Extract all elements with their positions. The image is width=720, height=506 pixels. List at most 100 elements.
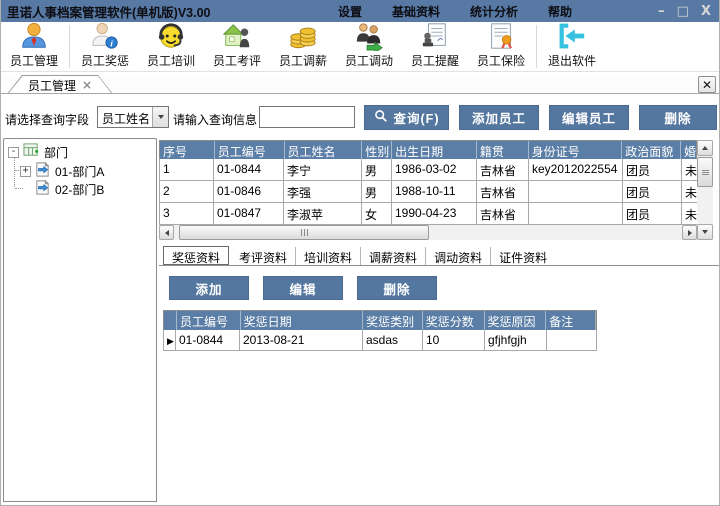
toolbar-employee-reminder[interactable]: 员工提醒 bbox=[402, 22, 468, 71]
query-input[interactable] bbox=[259, 106, 355, 128]
column-header[interactable]: 奖惩日期 bbox=[241, 311, 363, 331]
tab-appraisal-data[interactable]: 考评资料 bbox=[231, 247, 296, 265]
window-controls: – □ X bbox=[658, 0, 711, 22]
tab-reward-data[interactable]: 奖惩资料 bbox=[163, 246, 229, 265]
vertical-scroll-thumb[interactable] bbox=[697, 157, 713, 187]
detail-table-row[interactable]: ▶ 01-0844 2013-08-21 asdas 10 gfjhfgjh bbox=[163, 330, 597, 351]
tree-expand-icon[interactable]: + bbox=[20, 166, 31, 177]
toolbar-label: 员工考评 bbox=[213, 52, 261, 69]
column-header[interactable]: 奖惩类别 bbox=[363, 311, 423, 331]
scroll-left-icon[interactable] bbox=[159, 225, 174, 240]
cell: 未 bbox=[682, 181, 697, 203]
title-bar: 里诺人事档案管理软件(单机版)V3.00 设置 基础资料 统计分析 帮助 – □… bbox=[1, 0, 720, 22]
column-header[interactable]: 政治面貌 bbox=[622, 141, 681, 160]
column-header[interactable]: 员工编号 bbox=[177, 311, 241, 331]
chevron-down-icon[interactable] bbox=[152, 107, 168, 127]
department-root-icon bbox=[23, 142, 40, 162]
tab-close-icon[interactable]: × bbox=[82, 79, 92, 91]
detail-add-button[interactable]: 添加 bbox=[169, 276, 249, 300]
search-button[interactable]: 查询(F) bbox=[364, 105, 449, 130]
query-field-select[interactable]: 员工姓名 bbox=[97, 106, 169, 128]
column-header[interactable]: 性别 bbox=[362, 141, 392, 160]
cell: 女 bbox=[362, 203, 392, 225]
toolbar-exit[interactable]: 退出软件 bbox=[539, 22, 605, 71]
department-tree-panel: - 部门 + 01-部门A bbox=[3, 138, 157, 502]
employee-table-row[interactable]: 3 01-0847 李淑苹 女 1990-04-23 吉林省 团员 未 bbox=[159, 203, 697, 225]
scroll-down-icon[interactable] bbox=[697, 224, 713, 240]
detail-delete-button[interactable]: 删除 bbox=[357, 276, 437, 300]
tree-node-label: 部门 bbox=[44, 144, 68, 161]
cell: gfjhfgjh bbox=[485, 330, 547, 351]
panel-close-button[interactable]: ✕ bbox=[698, 76, 716, 93]
scroll-right-icon[interactable] bbox=[682, 225, 697, 240]
toolbar-employee-salary[interactable]: 员工调薪 bbox=[270, 22, 336, 71]
detail-table-header: 员工编号 奖惩日期 奖惩类别 奖惩分数 奖惩原因 备注 bbox=[163, 310, 597, 331]
tree-node-departments[interactable]: - 部门 bbox=[8, 143, 68, 161]
cell: 01-0846 bbox=[214, 181, 284, 203]
tab-salary-data[interactable]: 调薪资料 bbox=[361, 247, 426, 265]
cell: 未 bbox=[682, 203, 697, 225]
column-header[interactable]: 备注 bbox=[546, 311, 596, 331]
horizontal-scrollbar[interactable] bbox=[159, 225, 697, 240]
column-header[interactable]: 奖惩分数 bbox=[423, 311, 485, 331]
delete-employee-button[interactable]: 删除 bbox=[639, 105, 717, 130]
column-header[interactable]: 员工姓名 bbox=[285, 141, 363, 160]
cell: 男 bbox=[362, 159, 392, 181]
cell: 李强 bbox=[284, 181, 362, 203]
cell: 吉林省 bbox=[477, 181, 529, 203]
column-header[interactable]: 身份证号 bbox=[529, 141, 623, 160]
toolbar-employee-transfer[interactable]: 员工调动 bbox=[336, 22, 402, 71]
toolbar-employee-manage[interactable]: 员工管理 bbox=[1, 22, 67, 71]
cell: 01-0847 bbox=[214, 203, 284, 225]
tree-node-department-a[interactable]: + 01-部门A bbox=[20, 162, 104, 180]
cell: 团员 bbox=[623, 181, 682, 203]
cell: 3 bbox=[159, 203, 214, 225]
cell: 李淑苹 bbox=[284, 203, 362, 225]
department-item-icon bbox=[34, 179, 51, 199]
column-header[interactable]: 婚 bbox=[681, 141, 696, 160]
column-header[interactable]: 奖惩原因 bbox=[485, 311, 547, 331]
maximize-icon[interactable]: □ bbox=[677, 5, 689, 18]
close-icon[interactable]: X bbox=[701, 5, 711, 18]
tree-collapse-icon[interactable]: - bbox=[8, 147, 19, 158]
vertical-scrollbar[interactable] bbox=[697, 140, 713, 240]
cell: 团员 bbox=[623, 159, 682, 181]
column-header[interactable]: 员工编号 bbox=[215, 141, 285, 160]
tab-label: 员工管理 bbox=[28, 77, 76, 94]
add-employee-button[interactable]: 添加员工 bbox=[459, 105, 539, 130]
toolbar-label: 员工提醒 bbox=[411, 52, 459, 69]
column-header[interactable]: 序号 bbox=[160, 141, 215, 160]
tab-certificate-data[interactable]: 证件资料 bbox=[491, 247, 555, 265]
employee-table-row[interactable]: 2 01-0846 李强 男 1988-10-11 吉林省 团员 未 bbox=[159, 181, 697, 203]
tree-node-department-b[interactable]: 02-部门B bbox=[34, 180, 104, 198]
menu-base-data[interactable]: 基础资料 bbox=[377, 3, 455, 20]
employee-table-row[interactable]: 1 01-0844 李宁 男 1986-03-02 吉林省 key2012022… bbox=[159, 159, 697, 181]
tab-bar: 员工管理 × bbox=[1, 74, 720, 95]
edit-employee-button[interactable]: 编辑员工 bbox=[549, 105, 629, 130]
menu-settings[interactable]: 设置 bbox=[323, 3, 377, 20]
search-button-label: 查询(F) bbox=[394, 108, 440, 127]
tab-transfer-data[interactable]: 调动资料 bbox=[426, 247, 491, 265]
toolbar-employee-insurance[interactable]: 员工保险 bbox=[468, 22, 534, 71]
minimize-icon[interactable]: – bbox=[658, 5, 665, 18]
tab-employee-manage[interactable]: 员工管理 × bbox=[7, 75, 113, 94]
cell: asdas bbox=[363, 330, 423, 351]
cell: 2 bbox=[159, 181, 214, 203]
toolbar-employee-reward[interactable]: i 员工奖惩 bbox=[72, 22, 138, 71]
toolbar-employee-training[interactable]: 员工培训 bbox=[138, 22, 204, 71]
menu-help[interactable]: 帮助 bbox=[533, 3, 587, 20]
scroll-up-icon[interactable] bbox=[697, 140, 713, 156]
main-toolbar: 员工管理 i 员工奖惩 bbox=[1, 22, 720, 72]
cell: 李宁 bbox=[284, 159, 362, 181]
toolbar-employee-appraisal[interactable]: 员工考评 bbox=[204, 22, 270, 71]
menu-bar: 设置 基础资料 统计分析 帮助 bbox=[323, 0, 587, 22]
menu-statistics[interactable]: 统计分析 bbox=[455, 3, 533, 20]
column-header[interactable]: 籍贯 bbox=[477, 141, 529, 160]
toolbar-label: 员工奖惩 bbox=[81, 52, 129, 69]
cell: 10 bbox=[423, 330, 485, 351]
horizontal-scroll-thumb[interactable] bbox=[179, 225, 429, 240]
tab-training-data[interactable]: 培训资料 bbox=[296, 247, 361, 265]
cell: 01-0844 bbox=[176, 330, 240, 351]
detail-edit-button[interactable]: 编辑 bbox=[263, 276, 343, 300]
column-header[interactable]: 出生日期 bbox=[392, 141, 477, 160]
